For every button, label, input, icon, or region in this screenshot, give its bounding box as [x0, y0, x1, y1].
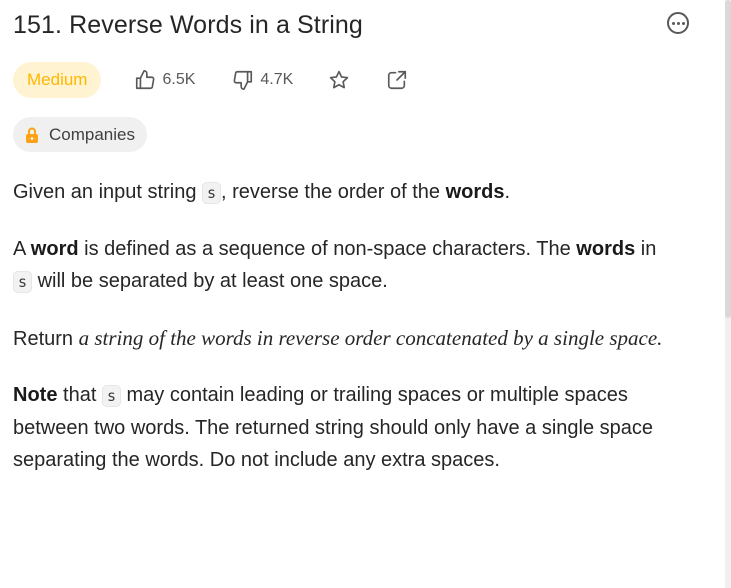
- problem-statement: Given an input string s, reverse the ord…: [13, 176, 703, 500]
- problem-title: 151. Reverse Words in a String: [13, 11, 363, 39]
- companies-label: Companies: [49, 124, 135, 144]
- problem-page: 151. Reverse Words in a String Medium 6.…: [0, 0, 731, 588]
- title-row: 151. Reverse Words in a String: [13, 8, 703, 42]
- dislike-button[interactable]: 4.7K: [232, 69, 293, 91]
- more-icon[interactable]: [667, 12, 689, 34]
- inline-code: s: [13, 271, 33, 293]
- thumbs-down-icon: [232, 69, 254, 91]
- scrollbar-track[interactable]: [725, 0, 731, 588]
- thumbs-up-icon: [134, 69, 156, 91]
- favorite-button[interactable]: [328, 69, 350, 91]
- share-button[interactable]: [386, 69, 408, 91]
- inline-code: s: [101, 385, 121, 407]
- companies-button[interactable]: Companies: [13, 117, 147, 152]
- inline-code: s: [202, 182, 222, 204]
- share-icon: [386, 69, 408, 91]
- paragraph-2: A word is defined as a sequence of non-s…: [13, 238, 657, 293]
- paragraph-3: Return a string of the words in reverse …: [13, 326, 663, 350]
- paragraph-4: Note that s may contain leading or trail…: [13, 384, 654, 471]
- like-button[interactable]: 6.5K: [134, 69, 195, 91]
- lock-icon: [25, 127, 39, 143]
- paragraph-1: Given an input string s, reverse the ord…: [13, 181, 511, 204]
- problem-meta-row: Medium 6.5K 4.7K: [13, 62, 408, 98]
- difficulty-badge: Medium: [13, 62, 102, 98]
- scrollbar-thumb[interactable]: [725, 0, 731, 318]
- dislike-count: 4.7K: [260, 71, 294, 88]
- like-count: 6.5K: [162, 71, 196, 88]
- star-icon: [328, 69, 350, 91]
